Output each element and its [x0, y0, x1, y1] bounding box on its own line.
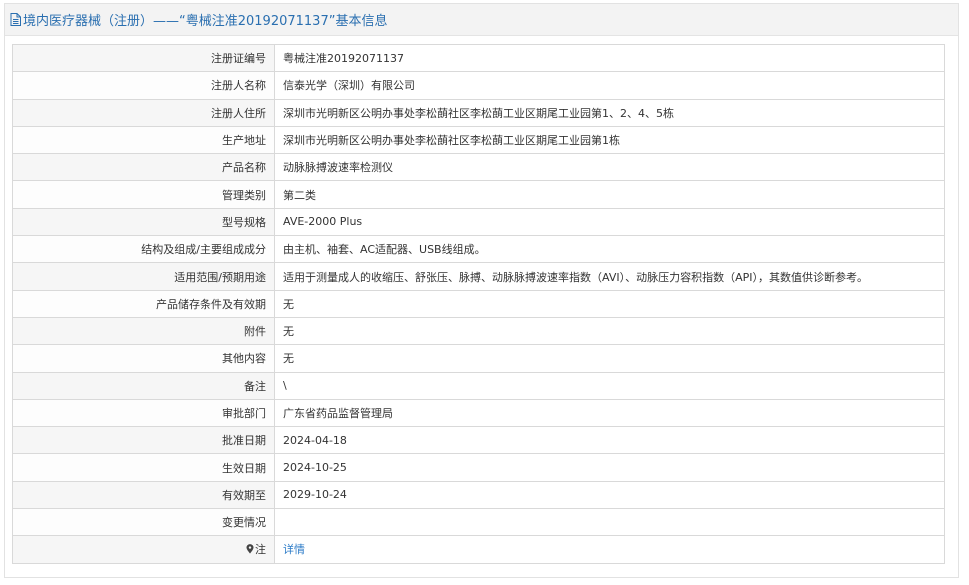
row-value: 粤械注准20192071137: [274, 43, 945, 73]
row-value: 无: [274, 344, 945, 373]
table-row: 其他内容 无: [12, 344, 945, 373]
details-link[interactable]: 详情: [283, 543, 305, 556]
row-value: 2024-10-25: [274, 453, 945, 482]
row-label: 型号规格: [12, 207, 275, 237]
table-row: 注册人住所 深圳市光明新区公明办事处李松蓢社区李松蓢工业区期尾工业园第1、2、4…: [12, 98, 945, 127]
table-row: 生产地址 深圳市光明新区公明办事处李松蓢社区李松蓢工业区期尾工业园第1栋: [12, 125, 945, 155]
row-value: \: [274, 371, 945, 400]
panel-header: 境内医疗器械（注册）——“粤械注准20192071137”基本信息: [5, 4, 958, 36]
table-row: 管理类别 第二类: [12, 180, 945, 209]
row-value: 第二类: [274, 180, 945, 209]
row-label: 备注: [12, 371, 275, 400]
row-label: 审批部门: [12, 398, 275, 428]
document-icon: [10, 13, 21, 26]
row-label: 管理类别: [12, 180, 275, 209]
row-label: 注册证编号: [12, 43, 275, 73]
row-value: 2029-10-24: [274, 480, 945, 510]
row-value: 深圳市光明新区公明办事处李松蓢社区李松蓢工业区期尾工业园第1、2、4、5栋: [274, 98, 945, 127]
row-label: 生产地址: [12, 125, 275, 155]
table-row: 附件 无: [12, 316, 945, 346]
table-row: 审批部门 广东省药品监督管理局: [12, 398, 945, 428]
table-row: 适用范围/预期用途 适用于测量成人的收缩压、舒张压、脉搏、动脉脉搏波速率指数（A…: [12, 262, 945, 291]
row-label: 产品储存条件及有效期: [12, 289, 275, 318]
pin-icon: [246, 544, 254, 554]
row-value: 适用于测量成人的收缩压、舒张压、脉搏、动脉脉搏波速率指数（AVI）、动脉压力容积…: [274, 262, 945, 291]
table-row-note: 注 详情: [12, 535, 945, 564]
info-table: 注册证编号 粤械注准20192071137 注册人名称 信泰光学（深圳）有限公司…: [12, 43, 945, 564]
row-label: 注册人名称: [12, 71, 275, 100]
row-value: 动脉脉搏波速率检测仪: [274, 153, 945, 182]
table-row: 产品名称 动脉脉搏波速率检测仪: [12, 153, 945, 182]
row-label: 其他内容: [12, 344, 275, 373]
table-row: 有效期至 2029-10-24: [12, 480, 945, 510]
row-value: AVE-2000 Plus: [274, 207, 945, 237]
table-row: 注册证编号 粤械注准20192071137: [12, 43, 945, 73]
row-label: 附件: [12, 316, 275, 346]
row-label: 生效日期: [12, 453, 275, 482]
table-row: 注册人名称 信泰光学（深圳）有限公司: [12, 71, 945, 100]
row-value: 由主机、袖套、AC适配器、USB线组成。: [274, 235, 945, 264]
table-row: 型号规格 AVE-2000 Plus: [12, 207, 945, 237]
row-value: 深圳市光明新区公明办事处李松蓢社区李松蓢工业区期尾工业园第1栋: [274, 125, 945, 155]
table-row: 批准日期 2024-04-18: [12, 426, 945, 455]
table-row: 变更情况: [12, 508, 945, 537]
table-row: 生效日期 2024-10-25: [12, 453, 945, 482]
row-value: 2024-04-18: [274, 426, 945, 455]
table-row: 备注 \: [12, 371, 945, 400]
table-row: 产品储存条件及有效期 无: [12, 289, 945, 318]
row-label: 适用范围/预期用途: [12, 262, 275, 291]
note-value-cell: 详情: [274, 535, 945, 564]
row-value: 广东省药品监督管理局: [274, 398, 945, 428]
row-value: 无: [274, 289, 945, 318]
row-label: 产品名称: [12, 153, 275, 182]
row-label: 变更情况: [12, 508, 275, 537]
row-label: 批准日期: [12, 426, 275, 455]
row-value: [274, 508, 945, 537]
info-panel: 境内医疗器械（注册）——“粤械注准20192071137”基本信息 注册证编号 …: [4, 3, 959, 578]
note-label-cell: 注: [12, 535, 275, 564]
row-value: 信泰光学（深圳）有限公司: [274, 71, 945, 100]
row-label: 结构及组成/主要组成成分: [12, 235, 275, 264]
page-title: 境内医疗器械（注册）——“粤械注准20192071137”基本信息: [23, 14, 388, 29]
row-value: 无: [274, 316, 945, 346]
row-label: 注册人住所: [12, 98, 275, 127]
table-row: 结构及组成/主要组成成分 由主机、袖套、AC适配器、USB线组成。: [12, 235, 945, 264]
row-label: 有效期至: [12, 480, 275, 510]
note-label: 注: [255, 543, 266, 557]
